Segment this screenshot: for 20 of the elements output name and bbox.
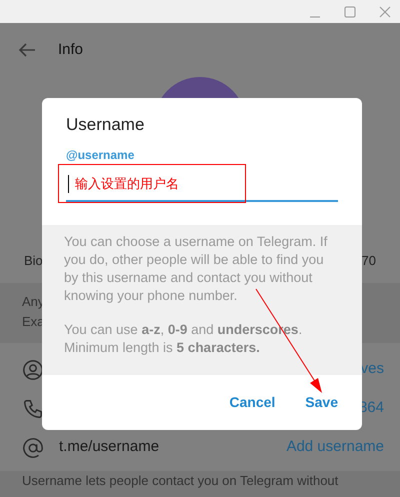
at-icon bbox=[22, 436, 44, 458]
dialog-title: Username bbox=[66, 115, 144, 134]
dialog-button[interactable]: Cancel bbox=[217, 386, 288, 419]
phone-icon bbox=[22, 398, 44, 420]
dialog-button[interactable]: Save bbox=[293, 386, 350, 419]
maximize-icon[interactable] bbox=[344, 6, 356, 18]
back-arrow-icon[interactable] bbox=[18, 42, 36, 58]
bio-label: Bio bbox=[24, 252, 43, 270]
username-field[interactable]: @username 输入设置的用户名 bbox=[66, 148, 338, 202]
text-cursor bbox=[68, 174, 69, 193]
footer-text: Username lets people contact you on Telegram without bbox=[22, 473, 338, 488]
field-value: 输入设置的用户名 bbox=[75, 175, 179, 193]
field-label: @username bbox=[66, 148, 136, 162]
row-text: t.me/username bbox=[59, 437, 160, 458]
bio-count: 70 bbox=[362, 252, 376, 270]
info-text: You can choose a username on Telegram. If you do, other people will be able to find you by this username and contact you without knowing your phone number. bbox=[64, 233, 328, 305]
rule-text: Minimum length is 5 characters. bbox=[64, 339, 261, 357]
page-title: Info bbox=[58, 40, 84, 60]
person-icon bbox=[22, 358, 44, 380]
close-icon[interactable] bbox=[379, 6, 391, 18]
